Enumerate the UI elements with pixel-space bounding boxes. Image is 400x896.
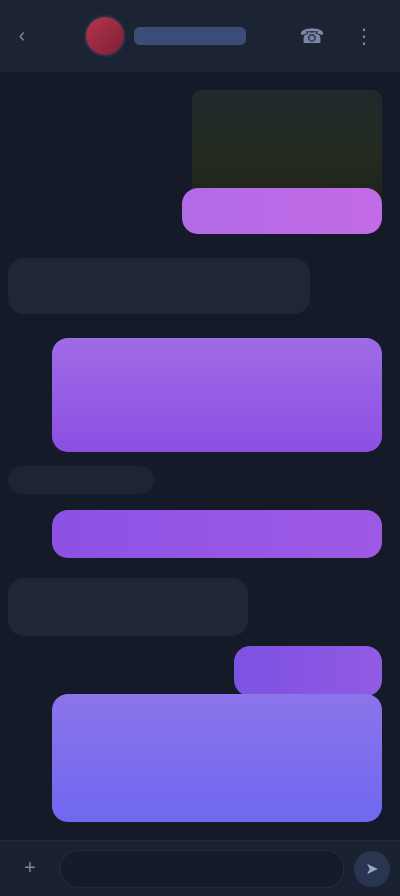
send-button[interactable]: ➤ xyxy=(354,850,390,887)
message-list[interactable] xyxy=(0,72,400,840)
message-bubble-outgoing[interactable] xyxy=(52,694,382,822)
chat-app: ‹ ☎ ⋮ + ➤ xyxy=(0,0,400,896)
chat-title xyxy=(134,27,246,45)
message-bubble-outgoing[interactable] xyxy=(52,510,382,558)
more-button[interactable]: ⋮ xyxy=(344,16,384,56)
message-bubble-outgoing[interactable] xyxy=(182,188,382,234)
avatar[interactable] xyxy=(86,17,124,55)
header-actions: ☎ ⋮ xyxy=(292,16,384,56)
message-bubble-incoming[interactable] xyxy=(8,578,248,636)
message-bubble-incoming[interactable] xyxy=(8,258,310,314)
message-bubble-outgoing[interactable] xyxy=(234,646,382,696)
message-bubble-outgoing[interactable] xyxy=(52,338,382,452)
message-input[interactable] xyxy=(60,849,344,888)
chevron-left-icon: ‹ xyxy=(18,24,26,47)
chat-header: ‹ ☎ ⋮ xyxy=(0,0,400,73)
send-icon: ➤ xyxy=(365,860,379,878)
attach-button[interactable]: + xyxy=(10,849,50,889)
phone-icon: ☎ xyxy=(299,25,325,48)
more-icon: ⋮ xyxy=(354,25,374,48)
plus-icon: + xyxy=(24,857,36,879)
composer: + ➤ xyxy=(0,840,400,896)
message-bubble-incoming[interactable] xyxy=(8,466,154,494)
call-button[interactable]: ☎ xyxy=(292,16,332,56)
back-button[interactable]: ‹ xyxy=(2,16,42,56)
